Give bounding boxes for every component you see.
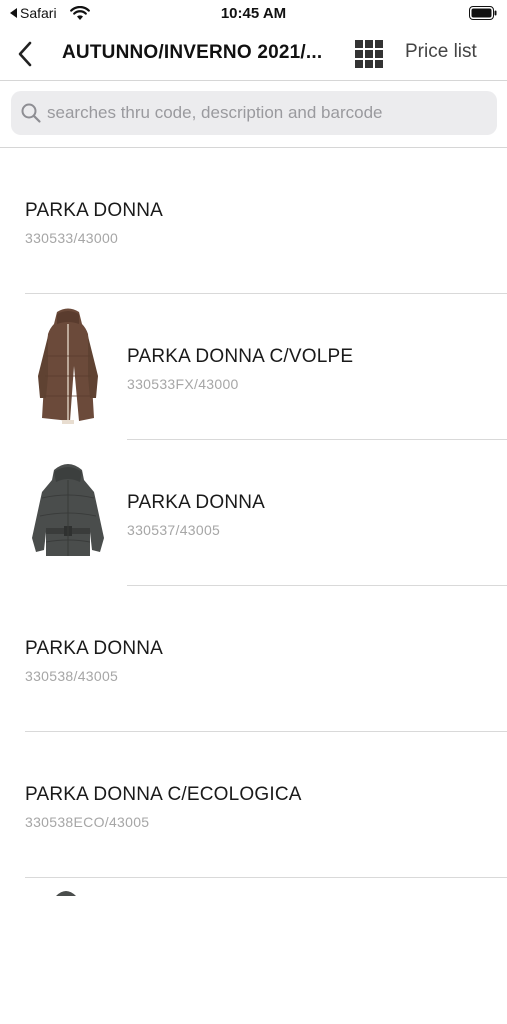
grid-icon xyxy=(355,40,363,48)
search-bar[interactable] xyxy=(11,91,497,135)
product-code: 330533/43000 xyxy=(25,230,119,246)
list-item[interactable]: PARKA DONNA 330538/43005 xyxy=(0,586,507,732)
list-item[interactable]: PARKA DONNA C/ECOLOGICA 330538ECO/43005 xyxy=(0,732,507,878)
grid-view-button[interactable] xyxy=(354,39,384,69)
product-code: 330533FX/43000 xyxy=(127,376,239,392)
list-item[interactable]: PARKA DONNA C/VOLPE 330533FX/43000 xyxy=(0,294,507,440)
product-name: PARKA DONNA xyxy=(25,200,164,221)
product-thumbnail xyxy=(32,464,104,556)
product-thumbnail xyxy=(56,891,76,896)
product-code: 330537/43005 xyxy=(127,522,221,538)
search-input[interactable] xyxy=(47,91,487,135)
product-list: PARKA DONNA 330533/43000 PARKA DONNA C/V… xyxy=(0,148,507,1024)
navigation-bar: AUTUNNO/INVERNO 2021/... Price list xyxy=(0,28,507,81)
search-icon xyxy=(21,103,41,123)
product-thumbnail xyxy=(38,308,98,424)
product-name: PARKA DONNA C/VOLPE xyxy=(127,346,354,367)
product-name: PARKA DONNA xyxy=(127,492,266,513)
chevron-left-icon xyxy=(18,41,32,67)
product-name: PARKA DONNA xyxy=(25,638,164,659)
status-bar: Safari 10:45 AM xyxy=(0,0,507,28)
product-name: PARKA DONNA C/ECOLOGICA xyxy=(25,784,302,805)
list-item[interactable]: PARKA DONNA 330533/43000 xyxy=(0,148,507,294)
search-area xyxy=(0,81,507,148)
back-button[interactable] xyxy=(12,40,38,68)
list-item[interactable]: PARKA DONNA 330537/43005 xyxy=(0,440,507,586)
battery-icon xyxy=(469,6,497,20)
page-title: AUTUNNO/INVERNO 2021/... xyxy=(62,42,323,63)
price-list-button[interactable]: Price list xyxy=(405,41,477,63)
product-code: 330538/43005 xyxy=(25,668,119,684)
product-code: 330538ECO/43005 xyxy=(25,814,150,830)
status-time: 10:45 AM xyxy=(220,5,287,22)
